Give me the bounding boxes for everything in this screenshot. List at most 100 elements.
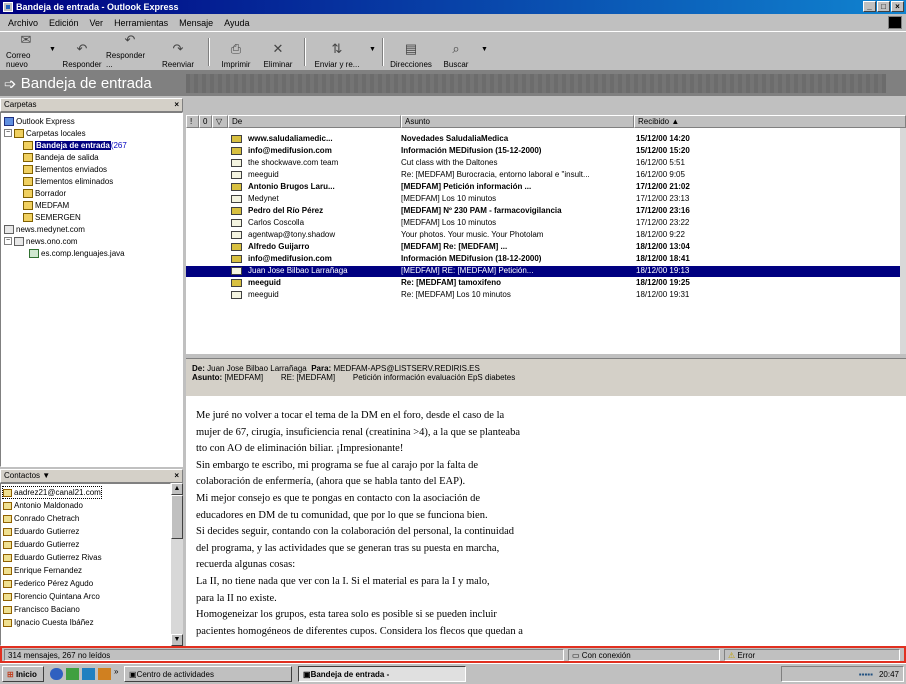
reply-all-button[interactable]: ↶ Responder ... xyxy=(106,32,154,69)
preview-body[interactable]: Me juré no volver a tocar el tema de la … xyxy=(186,396,906,646)
contact-item[interactable]: Eduardo Gutierrez xyxy=(3,526,79,537)
message-row[interactable]: meeguid Re: [MEDFAM] Burocracia, entorno … xyxy=(186,170,900,181)
outlook-app-icon[interactable] xyxy=(3,2,13,12)
close-contacts-pane-icon[interactable]: × xyxy=(174,470,179,482)
addresses-button[interactable]: ▤ Direcciones xyxy=(388,35,434,69)
message-row[interactable]: Alfredo Guijarro [MEDFAM] Re: [MEDFAM] ..… xyxy=(186,242,900,253)
title-bar[interactable]: Bandeja de entrada - Outlook Express _ □… xyxy=(0,0,906,14)
contact-card-icon xyxy=(3,566,12,575)
menu-edicion[interactable]: Edición xyxy=(49,18,79,28)
window-title: Bandeja de entrada - Outlook Express xyxy=(16,2,179,12)
banner-title: Bandeja de entrada xyxy=(20,75,152,92)
message-row[interactable]: info@medifusion.com Información MEDifusio… xyxy=(186,254,900,265)
find-button[interactable]: ⌕ Buscar xyxy=(436,35,476,69)
message-list-scrollbar[interactable] xyxy=(900,128,906,354)
message-row[interactable]: Pedro del Río Pérez [MEDFAM] Nº 230 PAM -… xyxy=(186,206,900,217)
menu-mensaje[interactable]: Mensaje xyxy=(179,18,213,28)
col-attachment[interactable]: 0 xyxy=(199,115,212,128)
maximize-button[interactable]: □ xyxy=(877,1,890,12)
delete-button[interactable]: ✕ Eliminar xyxy=(258,35,298,69)
folder-elementos-eliminados[interactable]: Elementos eliminados xyxy=(23,175,113,187)
contacts-scrollbar[interactable]: ▲ ▼ xyxy=(171,483,183,646)
col-from[interactable]: De xyxy=(228,115,401,128)
message-row[interactable]: Medynet [MEDFAM] Los 10 minutos 17/12/00 2… xyxy=(186,194,900,205)
taskbar: ⊞ Inicio » ▣ Centro de actividades ▣ Ban… xyxy=(0,663,906,684)
contact-item[interactable]: Eduardo Gutierrez Rivas xyxy=(3,552,102,563)
close-button[interactable]: × xyxy=(891,1,904,12)
message-list-header: ! 0 ▽ De Asunto Recibido ▲ xyxy=(186,115,906,128)
outlook-quicklaunch-icon[interactable] xyxy=(82,668,95,680)
folder-semergen[interactable]: SEMERGEN xyxy=(23,211,81,223)
status-error[interactable]: ⚠ Error xyxy=(724,649,900,661)
message-row[interactable]: the shockwave.com team Cut class with the… xyxy=(186,158,900,169)
folder-outlook-express[interactable]: Outlook Express xyxy=(4,115,75,127)
find-dropdown[interactable]: ▼ xyxy=(481,46,488,53)
message-row[interactable]: www.saludaliamedic... Novedades Saludalia… xyxy=(186,134,900,145)
collapse-toggle[interactable]: − xyxy=(4,129,12,137)
minimize-button[interactable]: _ xyxy=(863,1,876,12)
scroll-thumb[interactable] xyxy=(171,495,183,539)
task-app-icon: ▣ xyxy=(303,669,311,679)
forward-button[interactable]: ↷ Reenviar xyxy=(158,35,198,69)
contact-item[interactable]: Ignacio Cuesta Ibáñez xyxy=(3,617,94,628)
contact-item[interactable]: Conrado Chetrach xyxy=(3,513,79,524)
newsgroup-icon xyxy=(29,248,39,258)
collapse-toggle[interactable]: − xyxy=(4,237,12,245)
message-row[interactable]: meeguid Re: [MEDFAM] Los 10 minutos 18/12/… xyxy=(186,290,900,301)
contact-item[interactable]: Eduardo Gutierrez xyxy=(3,539,79,550)
contact-item[interactable]: Florencio Quintana Arco xyxy=(3,591,100,602)
contact-item[interactable]: aadrez21@canal21.com xyxy=(2,486,102,499)
newsgroup-java[interactable]: es.comp.lenguajes.java xyxy=(29,247,125,259)
clock[interactable]: 20:47 xyxy=(879,670,899,679)
close-folder-pane-icon[interactable]: × xyxy=(174,99,179,111)
menu-ver[interactable]: Ver xyxy=(90,18,104,28)
col-received[interactable]: Recibido ▲ xyxy=(634,115,906,128)
tray-icons[interactable]: ▪▪▪▪▪ xyxy=(859,670,873,679)
start-button[interactable]: ⊞ Inicio xyxy=(2,666,44,682)
banner-pattern xyxy=(186,74,886,93)
reply-button[interactable]: ↶ Responder xyxy=(60,35,104,69)
newsserver-medynet[interactable]: news.medynet.com xyxy=(4,223,85,235)
taskbar-task-active[interactable]: ▣ Bandeja de entrada - xyxy=(298,666,466,682)
send-receive-dropdown[interactable]: ▼ xyxy=(369,46,376,53)
contact-item[interactable]: Enrique Fernandez xyxy=(3,565,82,576)
desktop-quicklaunch-icon[interactable] xyxy=(66,668,79,680)
new-mail-button[interactable]: ✉ Correo nuevo xyxy=(6,32,46,69)
body-line: Si decides seguir, contando con la colab… xyxy=(196,526,514,538)
menu-archivo[interactable]: Archivo xyxy=(8,18,38,28)
delete-icon: ✕ xyxy=(272,41,284,56)
folder-carpetas-locales[interactable]: − Carpetas locales xyxy=(4,127,86,139)
send-receive-button[interactable]: ⇅ Enviar y re... xyxy=(310,35,364,69)
media-quicklaunch-icon[interactable] xyxy=(98,668,111,680)
col-priority[interactable]: ! xyxy=(186,115,199,128)
contact-item[interactable]: Francisco Baciano xyxy=(3,604,80,615)
taskbar-task[interactable]: ▣ Centro de actividades xyxy=(124,666,292,682)
message-row[interactable]: agentwap@tony.shadow Your photos. Your mu… xyxy=(186,230,900,241)
folder-borrador[interactable]: Borrador xyxy=(23,187,66,199)
menu-ayuda[interactable]: Ayuda xyxy=(224,18,249,28)
col-subject[interactable]: Asunto xyxy=(401,115,634,128)
contact-item[interactable]: Antonio Maldonado xyxy=(3,500,83,511)
reply-icon: ↶ xyxy=(76,41,88,56)
message-row[interactable]: info@medifusion.com Información MEDifusio… xyxy=(186,146,900,157)
folder-medfam[interactable]: MEDFAM xyxy=(23,199,69,211)
scroll-down-button[interactable]: ▼ xyxy=(171,634,183,646)
scroll-up-button[interactable]: ▲ xyxy=(171,483,183,495)
message-row-selected[interactable]: Juan Jose Bilbao Larrañaga [MEDFAM] RE: [… xyxy=(186,266,900,277)
message-row[interactable]: Antonio Brugos Laru... [MEDFAM] Petición … xyxy=(186,182,900,193)
ie-quicklaunch-icon[interactable] xyxy=(50,668,63,680)
message-row[interactable]: Carlos Coscolla [MEDFAM] Los 10 minutos 17… xyxy=(186,218,900,229)
col-flag[interactable]: ▽ xyxy=(212,115,228,128)
message-row[interactable]: meeguid Re: [MEDFAM] tamoxifeno 18/12/00 1… xyxy=(186,278,900,289)
contact-item[interactable]: Federico Pérez Agudo xyxy=(3,578,93,589)
folder-bandeja-de-salida[interactable]: Bandeja de salida xyxy=(23,151,99,163)
newsserver-ono[interactable]: − news.ono.com xyxy=(4,235,78,247)
new-mail-dropdown[interactable]: ▼ xyxy=(49,46,56,53)
menu-herramientas[interactable]: Herramientas xyxy=(114,18,168,28)
quicklaunch-more-icon[interactable]: » xyxy=(114,667,118,676)
contacts-pane-header[interactable]: Contactos ▼ × xyxy=(0,469,183,483)
folder-bandeja-de-entrada[interactable]: Bandeja de entrada (267 xyxy=(23,139,127,151)
body-line: Mi mejor consejo es que te pongas en con… xyxy=(196,492,480,504)
folder-elementos-enviados[interactable]: Elementos enviados xyxy=(23,163,107,175)
print-button[interactable]: ⎙ Imprimir xyxy=(216,35,256,69)
